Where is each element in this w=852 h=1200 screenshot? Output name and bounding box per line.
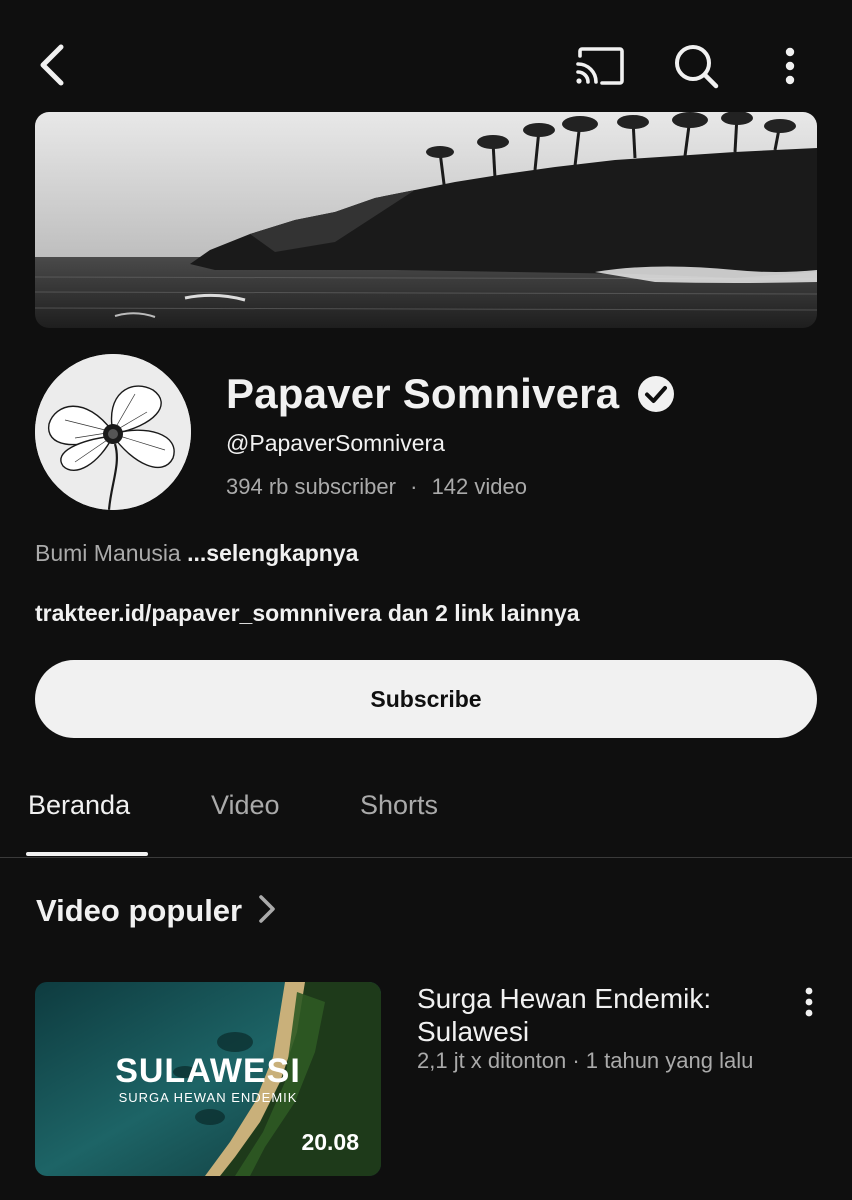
channel-links[interactable]: trakteer.id/papaver_somnnivera dan 2 lin… (35, 600, 580, 627)
thumbnail-subtitle: SURGA HEWAN ENDEMIK (118, 1090, 298, 1105)
video-duration: 20.08 (301, 1129, 359, 1155)
video-more-vertical-icon[interactable] (794, 984, 824, 1020)
description-more-link[interactable]: ...selengkapnya (187, 540, 358, 566)
stats-separator: · (410, 474, 418, 499)
video-meta: 2,1 jt x ditonton · 1 tahun yang lalu (417, 1048, 754, 1073)
verified-check-icon (637, 375, 675, 413)
section-header-video-populer[interactable]: Video populer (36, 888, 276, 934)
channel-banner (35, 112, 817, 328)
more-vertical-icon[interactable] (770, 40, 810, 92)
video-thumbnail[interactable]: SULAWESI SURGA HEWAN ENDEMIK 20.08 (35, 982, 381, 1176)
tab-shorts[interactable]: Shorts (360, 790, 438, 821)
tab-video[interactable]: Video (211, 790, 280, 821)
chevron-right-icon (258, 894, 276, 929)
channel-description[interactable]: Bumi Manusia ...selengkapnya (35, 540, 358, 567)
channel-tabs: Beranda Video Shorts (0, 766, 852, 858)
cast-icon[interactable] (572, 42, 628, 90)
channel-handle: @PapaverSomnivera (226, 430, 445, 456)
video-count: 142 video (431, 474, 527, 499)
search-icon[interactable] (670, 40, 722, 92)
tab-beranda[interactable]: Beranda (28, 790, 130, 821)
back-arrow-icon[interactable] (26, 40, 76, 90)
channel-title-row: Papaver Somnivera (226, 366, 675, 422)
active-tab-indicator (26, 852, 148, 856)
section-title: Video populer (36, 893, 243, 928)
description-text: Bumi Manusia (35, 540, 181, 566)
video-title[interactable]: Surga Hewan Endemik: Sulawesi (417, 982, 777, 1048)
top-app-bar (0, 0, 852, 112)
subscriber-count: 394 rb subscriber (226, 474, 396, 499)
channel-avatar[interactable] (35, 354, 191, 510)
thumbnail-title: SULAWESI (115, 1052, 301, 1090)
subscribe-button[interactable]: Subscribe (35, 660, 817, 738)
channel-stats: 394 rb subscriber · 142 video (226, 474, 527, 500)
channel-name: Papaver Somnivera (226, 370, 620, 417)
